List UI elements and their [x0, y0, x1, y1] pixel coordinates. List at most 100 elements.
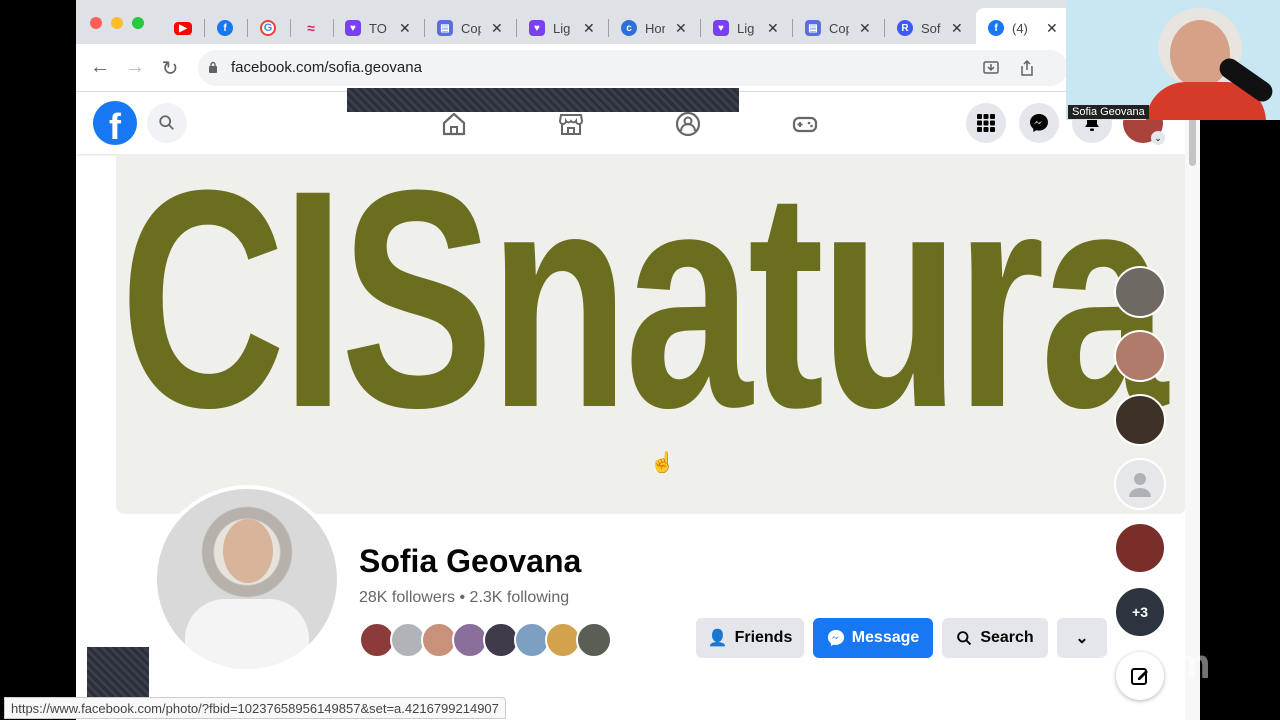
- close-tab-icon[interactable]: ✕: [859, 20, 871, 37]
- participant-avatar[interactable]: [1114, 394, 1166, 446]
- profile-name: Sofia Geovana: [359, 543, 582, 579]
- more-participants-badge[interactable]: +3: [1114, 586, 1166, 638]
- tab-item[interactable]: ♥ TO ✕: [345, 14, 411, 42]
- tab-title: Cop: [829, 20, 849, 36]
- tab-item[interactable]: ♥ Lig ✕: [529, 14, 595, 42]
- participant-avatar[interactable]: [1114, 458, 1166, 510]
- status-bar-url: https://www.facebook.com/photo/?fbid=102…: [4, 697, 506, 719]
- messenger-icon: [827, 629, 844, 647]
- tab-item[interactable]: ▤ Cop ✕: [805, 14, 871, 42]
- install-app-icon[interactable]: [982, 59, 1000, 77]
- tab-item[interactable]: c Hor ✕: [621, 14, 687, 42]
- tab-title: TO: [369, 20, 387, 36]
- printer-icon: ▤: [805, 20, 821, 36]
- messenger-button[interactable]: [1019, 103, 1059, 143]
- home-icon[interactable]: [440, 110, 468, 138]
- tab-youtube[interactable]: ▶: [174, 14, 200, 42]
- close-tab-icon[interactable]: ✕: [491, 20, 503, 37]
- mutual-friends-avatars[interactable]: [359, 622, 612, 658]
- tab-facebook[interactable]: f: [217, 14, 241, 42]
- address-bar[interactable]: facebook.com/sofia.geovana: [198, 50, 1068, 86]
- printer-icon: ▤: [437, 20, 453, 36]
- back-button[interactable]: ←: [88, 56, 112, 79]
- r-logo-icon: R: [897, 20, 913, 36]
- grid-menu-icon: [977, 114, 995, 132]
- gaming-icon[interactable]: [791, 110, 819, 138]
- marketplace-icon[interactable]: [557, 110, 585, 138]
- tab-title: Hor: [645, 20, 665, 36]
- facebook-icon: f: [988, 20, 1004, 36]
- tab-title: Lig: [553, 20, 571, 36]
- chevron-down-icon: ⌄: [1075, 630, 1089, 647]
- screen: ▶ f G ≈ ♥ TO ✕ ▤ Cop ✕: [0, 0, 1280, 720]
- messenger-icon: [1030, 114, 1048, 132]
- search-label: Search: [980, 629, 1034, 646]
- url-text: facebook.com/sofia.geovana: [231, 59, 422, 76]
- google-icon: G: [260, 20, 276, 36]
- close-tab-icon[interactable]: ✕: [1046, 20, 1058, 37]
- message-label: Message: [851, 629, 920, 646]
- tab-title: Sof: [921, 20, 941, 36]
- facebook-logo-icon[interactable]: f: [93, 101, 137, 147]
- default-user-icon: [1129, 473, 1151, 497]
- close-window-button[interactable]: [90, 17, 102, 29]
- search-profile-button[interactable]: Search: [942, 618, 1048, 658]
- close-tab-icon[interactable]: ✕: [675, 20, 687, 37]
- participant-avatar[interactable]: [1114, 266, 1166, 318]
- lock-icon: [209, 61, 217, 73]
- compose-icon: [1131, 668, 1148, 685]
- tab-item[interactable]: ▤ Cop ✕: [437, 14, 503, 42]
- participant-avatar[interactable]: [1114, 522, 1166, 574]
- redacted-region: [347, 88, 739, 112]
- friends-check-icon: 👤: [707, 630, 728, 647]
- minimize-window-button[interactable]: [111, 17, 123, 29]
- close-tab-icon[interactable]: ✕: [399, 20, 411, 37]
- hand-cursor-icon: ☝: [650, 452, 675, 474]
- message-button[interactable]: Message: [813, 618, 933, 658]
- new-message-button[interactable]: [1116, 652, 1164, 700]
- tab-item[interactable]: R Sof ✕: [897, 14, 963, 42]
- close-tab-icon[interactable]: ✕: [767, 20, 779, 37]
- heart-shield-icon: ♥: [345, 20, 361, 36]
- zoom-video-tile[interactable]: Sofia Geovana: [1066, 0, 1280, 120]
- close-tab-icon[interactable]: ✕: [583, 20, 595, 37]
- friends-button[interactable]: 👤 Friends: [696, 618, 804, 658]
- forward-button[interactable]: →: [123, 56, 147, 79]
- facebook-top-nav: f ⌄: [76, 88, 1186, 154]
- participant-avatar[interactable]: [1114, 330, 1166, 382]
- profile-stats[interactable]: 28K followers • 2.3K following: [359, 589, 569, 607]
- maximize-window-button[interactable]: [132, 17, 144, 29]
- chevron-down-icon: ⌄: [1151, 131, 1165, 145]
- tab-title: Lig: [737, 20, 755, 36]
- groups-icon[interactable]: [674, 110, 702, 138]
- search-icon: [957, 630, 972, 645]
- tab-title: (4): [1012, 20, 1028, 36]
- page-scrollbar[interactable]: [1185, 92, 1200, 720]
- speaker-name: Sofia Geovana: [1068, 105, 1149, 119]
- reload-button[interactable]: ↻: [158, 56, 182, 81]
- more-participants-count: +3: [1132, 604, 1148, 620]
- swoosh-icon: ≈: [307, 20, 315, 36]
- c-logo-icon: c: [621, 20, 637, 36]
- tab-title: Cop: [461, 20, 481, 36]
- heart-shield-icon: ♥: [529, 20, 545, 36]
- heart-shield-icon: ♥: [713, 20, 729, 36]
- tab-active-content[interactable]: f (4) ✕: [988, 14, 1058, 42]
- browser-window: ▶ f G ≈ ♥ TO ✕ ▤ Cop ✕: [76, 0, 1200, 720]
- tab-swoosh[interactable]: ≈: [303, 14, 327, 42]
- search-icon: [159, 115, 174, 130]
- facebook-search-button[interactable]: [147, 103, 187, 143]
- menu-button[interactable]: [966, 103, 1006, 143]
- browser-toolbar: ← → ↻ facebook.com/sofia.geovana: [76, 44, 1200, 92]
- facebook-icon: f: [217, 20, 233, 36]
- facebook-page: f ⌄ CISnatura Sofia Geovana 28K follower…: [76, 88, 1200, 720]
- tab-google[interactable]: G: [260, 14, 284, 42]
- friend-avatar[interactable]: [576, 622, 612, 658]
- cover-logo-text: CISnatura: [120, 154, 1168, 472]
- share-icon[interactable]: [1018, 59, 1036, 77]
- youtube-icon: ▶: [174, 21, 192, 35]
- tab-item[interactable]: ♥ Lig ✕: [713, 14, 779, 42]
- friends-label: Friends: [734, 629, 793, 646]
- close-tab-icon[interactable]: ✕: [951, 20, 963, 37]
- profile-picture[interactable]: [153, 485, 341, 673]
